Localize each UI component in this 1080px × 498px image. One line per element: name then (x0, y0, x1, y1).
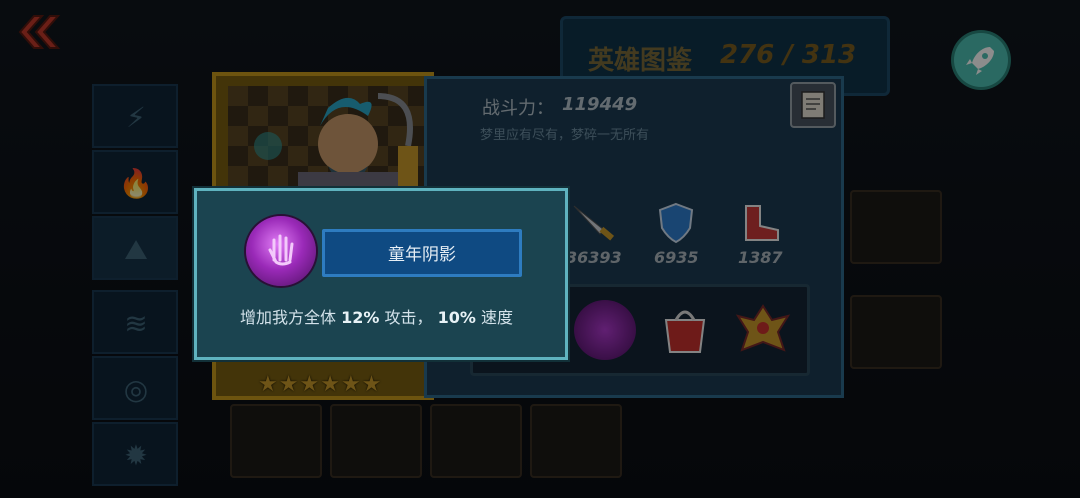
skill-description: 增加我方全体 12% 攻击， 10% 速度 (240, 304, 513, 328)
desc-suffix: 速度 (475, 308, 513, 327)
desc-prefix: 增加我方全体 (240, 308, 342, 327)
purple-orb-icon (246, 216, 316, 286)
desc-attack-percent: 12% (341, 308, 380, 327)
skill-name: 童年阴影 (388, 245, 456, 265)
desc-mid: 攻击， (379, 308, 438, 327)
desc-speed-percent: 10% (437, 308, 476, 327)
